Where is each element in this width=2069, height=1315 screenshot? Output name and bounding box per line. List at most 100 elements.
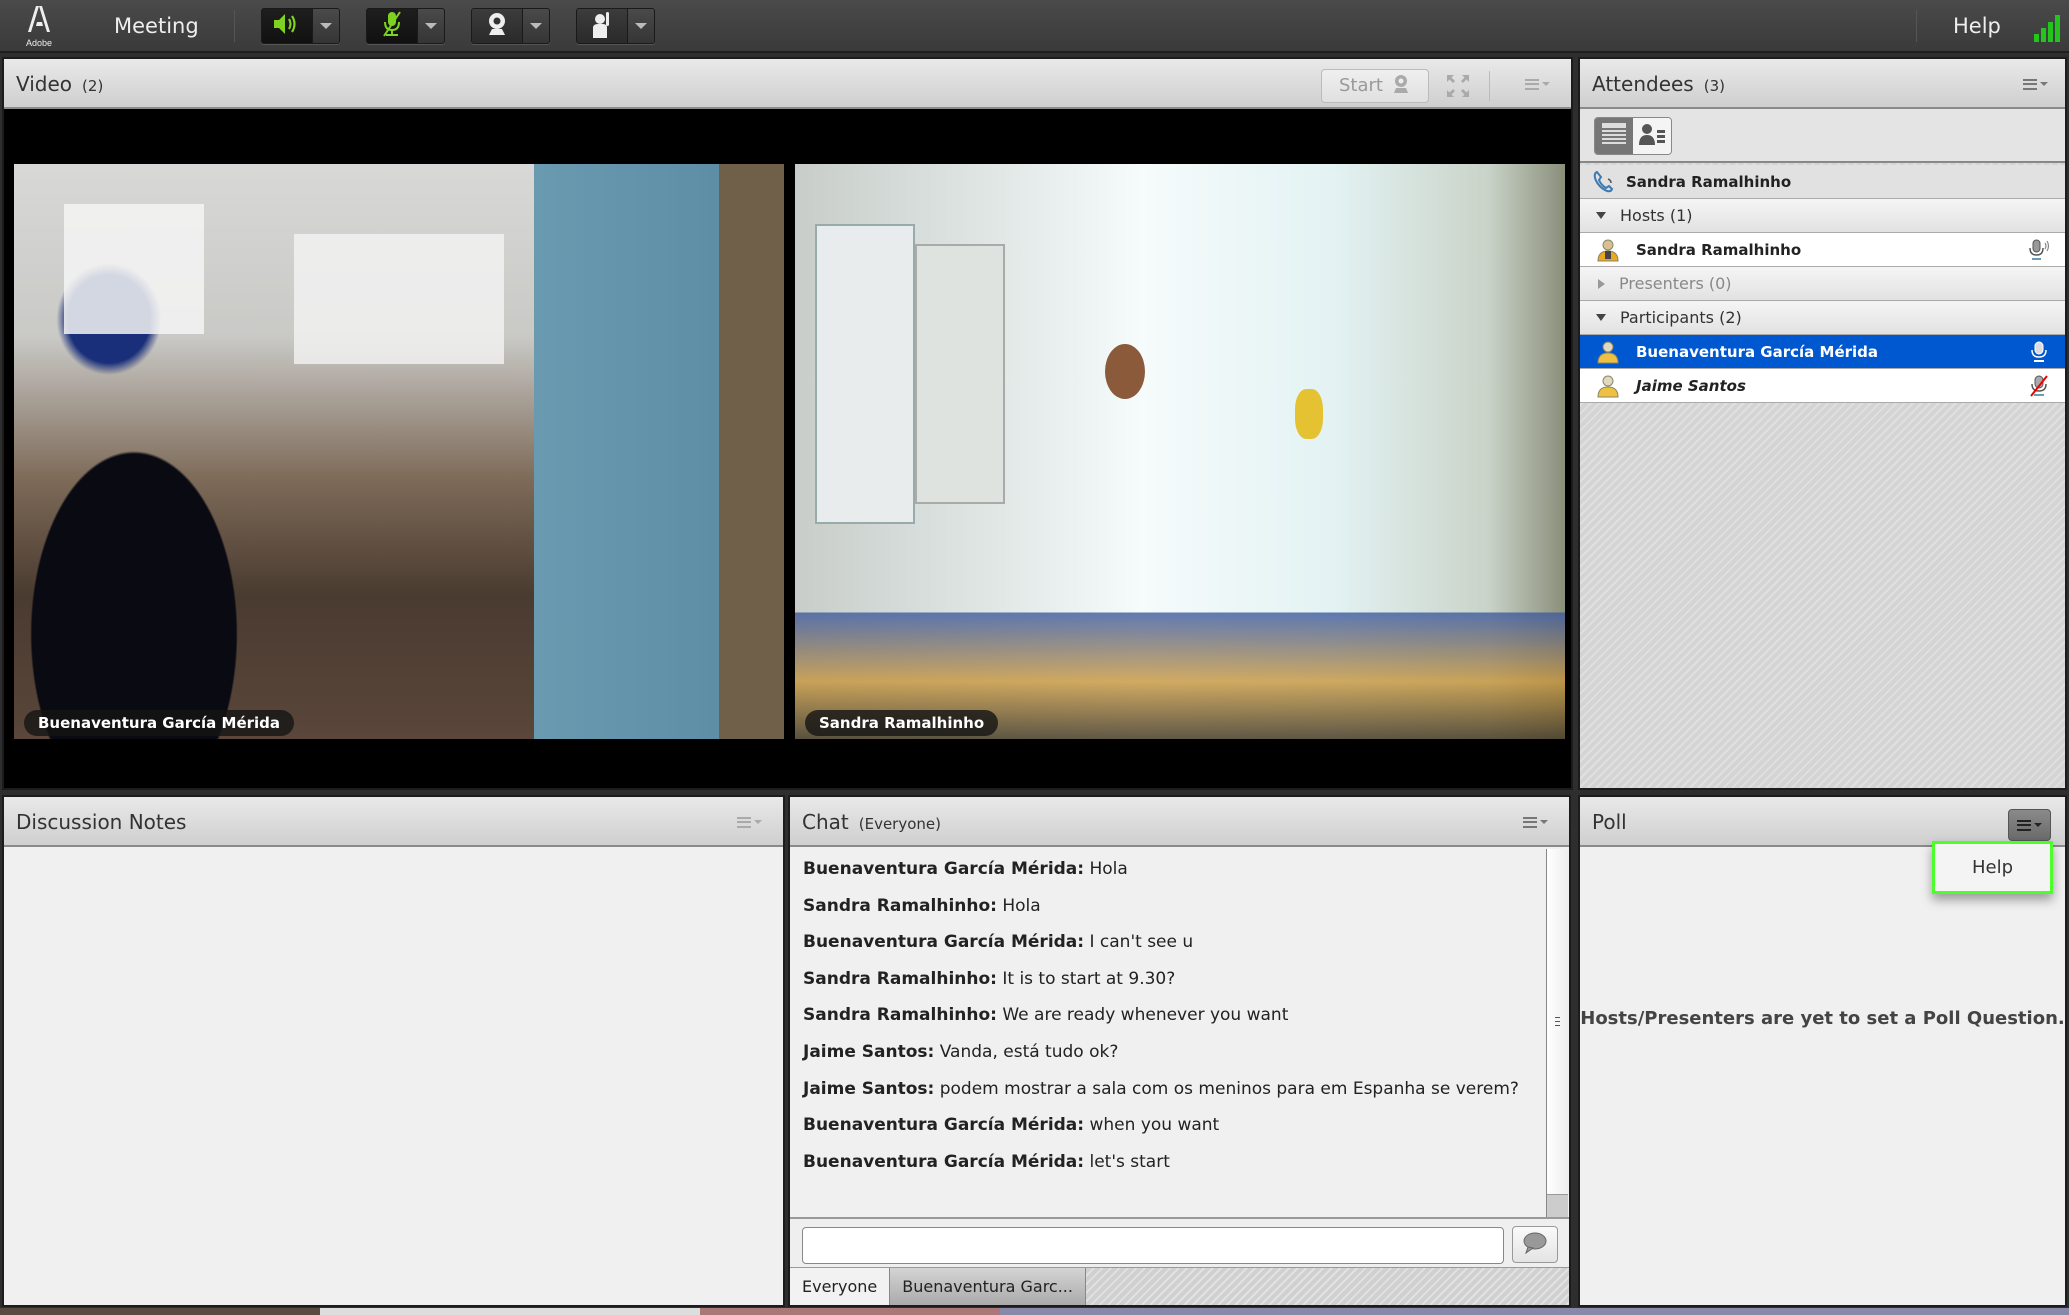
poll-empty-message: Hosts/Presenters are yet to set a Poll Q…	[1580, 1008, 2065, 1029]
meeting-menu[interactable]: Meeting	[114, 12, 199, 40]
speaker-button[interactable]	[261, 8, 313, 44]
video-tile[interactable]: Buenaventura García Mérida	[14, 164, 784, 739]
chat-scrollbar[interactable]	[1546, 849, 1568, 1219]
video-tile-name: Buenaventura García Mérida	[24, 710, 295, 736]
attendee-row[interactable]: Sandra Ramalhinho	[1580, 233, 2065, 267]
pod-title: Attendees (3)	[1592, 70, 1725, 100]
camera-button[interactable]	[471, 8, 523, 44]
chat-sender: Sandra Ramalhinho:	[803, 968, 997, 989]
phone-icon	[1592, 170, 1616, 194]
expand-icon	[1598, 278, 1605, 289]
raise-hand-button[interactable]	[576, 8, 628, 44]
fullscreen-button[interactable]	[1445, 73, 1471, 99]
participant-icon	[1596, 340, 1620, 364]
chat-sender: Buenaventura García Mérida:	[803, 1151, 1085, 1172]
attendee-row[interactable]: Jaime Santos	[1580, 369, 2065, 403]
raise-hand-icon	[589, 10, 615, 42]
attendees-count: (3)	[1703, 77, 1725, 95]
attendees-pod-menu-button[interactable]	[2020, 73, 2050, 95]
microphone-dropdown[interactable]	[418, 8, 445, 44]
adobe-logo-icon	[18, 4, 60, 38]
send-message-button[interactable]	[1512, 1226, 1558, 1263]
webcam-icon	[484, 11, 510, 41]
microphone-button[interactable]	[366, 8, 418, 44]
chat-text: We are ready whenever you want	[996, 1005, 1289, 1026]
collapse-icon	[1596, 314, 1606, 321]
chat-text: Hola	[996, 895, 1041, 916]
chat-sender: Buenaventura García Mérida:	[803, 932, 1085, 953]
microphone-control	[366, 8, 445, 44]
chat-text: podem mostrar a sala com os meninos para…	[934, 1078, 1519, 1099]
group-label: Hosts (1)	[1620, 205, 1693, 225]
discussion-notes-pod: Discussion Notes	[2, 795, 785, 1307]
notes-pod-menu-button[interactable]	[734, 811, 764, 833]
chat-sender: Sandra Ramalhinho:	[803, 1005, 997, 1026]
chat-title: Chat	[802, 810, 849, 834]
chat-tab-everyone[interactable]: Everyone	[790, 1268, 891, 1305]
speaker-control	[261, 8, 340, 44]
chat-tab-private[interactable]: Buenaventura Garc...	[890, 1268, 1086, 1305]
chevron-down-icon	[425, 23, 437, 29]
group-header-participants[interactable]: Participants (2)	[1580, 301, 2065, 335]
chat-message: Jaime Santos: podem mostrar a sala com o…	[803, 1079, 1545, 1116]
speaker-dropdown[interactable]	[313, 8, 340, 44]
chevron-down-icon	[320, 23, 332, 29]
video-title: Video	[16, 72, 73, 96]
host-icon	[1596, 238, 1620, 262]
microphone-muted-icon	[380, 10, 404, 42]
menu-icon	[736, 816, 751, 828]
toolbar-divider	[234, 10, 235, 42]
participant-icon	[1596, 374, 1620, 398]
chat-compose-bar	[790, 1217, 1569, 1267]
current-user-row[interactable]: Sandra Ramalhinho	[1580, 165, 2065, 199]
chat-pod-menu-button[interactable]	[1520, 811, 1550, 833]
poll-menu-item-help[interactable]: Help	[1932, 841, 2053, 894]
chevron-down-icon	[2034, 823, 2042, 827]
chat-sender: Buenaventura García Mérida:	[803, 859, 1085, 879]
raise-hand-dropdown[interactable]	[628, 8, 655, 44]
notes-content-area[interactable]	[4, 849, 783, 1305]
attendee-status-view-button[interactable]	[1633, 118, 1671, 154]
chat-text: I can't see u	[1084, 932, 1194, 953]
help-menu[interactable]: Help	[1953, 12, 2001, 40]
current-user-name: Sandra Ramalhinho	[1626, 172, 1792, 191]
poll-pod: Poll Hosts/Presenters are yet to set a P…	[1578, 795, 2067, 1307]
video-tile[interactable]: Sandra Ramalhinho	[795, 164, 1565, 739]
group-label: Participants (2)	[1620, 307, 1742, 327]
chat-message: Sandra Ramalhinho: Hola	[803, 896, 1545, 933]
camera-dropdown[interactable]	[523, 8, 550, 44]
chat-message: Sandra Ramalhinho: We are ready whenever…	[803, 1005, 1545, 1042]
webcam-icon	[1391, 74, 1411, 99]
start-webcam-button[interactable]: Start	[1321, 69, 1429, 103]
video-count: (2)	[82, 77, 104, 95]
poll-pod-menu-button[interactable]	[2008, 809, 2051, 841]
notes-pod-header: Discussion Notes	[4, 797, 783, 847]
chat-text: Hola	[1084, 859, 1128, 879]
header-divider	[1489, 71, 1490, 101]
attendee-status-icon	[1639, 123, 1665, 149]
chevron-down-icon	[635, 23, 647, 29]
chat-message-input[interactable]	[802, 1227, 1504, 1264]
attendee-view-toggle	[1594, 117, 1672, 155]
chat-sender: Buenaventura García Mérida:	[803, 1115, 1085, 1136]
video-pod-header: Video (2) Start	[4, 59, 1571, 109]
group-header-presenters[interactable]: Presenters (0)	[1580, 267, 2065, 301]
chevron-down-icon	[530, 23, 542, 29]
attendee-row[interactable]: Buenaventura García Mérida	[1580, 335, 2065, 369]
grip-icon	[1555, 1017, 1560, 1026]
video-tile-name: Sandra Ramalhinho	[805, 710, 999, 736]
desktop-background-strip	[0, 1308, 2069, 1315]
chat-message: Buenaventura García Mérida: when you wan…	[803, 1115, 1545, 1152]
video-pod-menu-button[interactable]	[1522, 73, 1552, 95]
pod-title: Chat (Everyone)	[802, 808, 941, 838]
menu-icon	[2017, 819, 2031, 831]
menu-icon	[2022, 78, 2037, 90]
group-header-hosts[interactable]: Hosts (1)	[1580, 199, 2065, 233]
pod-title: Poll	[1592, 810, 1627, 834]
chat-sender: Jaime Santos:	[803, 1041, 935, 1062]
list-view-button[interactable]	[1595, 118, 1633, 154]
scrollbar-thumb[interactable]	[1547, 849, 1568, 1195]
menu-icon	[1522, 816, 1537, 828]
chevron-down-icon	[1541, 82, 1550, 86]
attendees-pod-header: Attendees (3)	[1580, 59, 2065, 109]
